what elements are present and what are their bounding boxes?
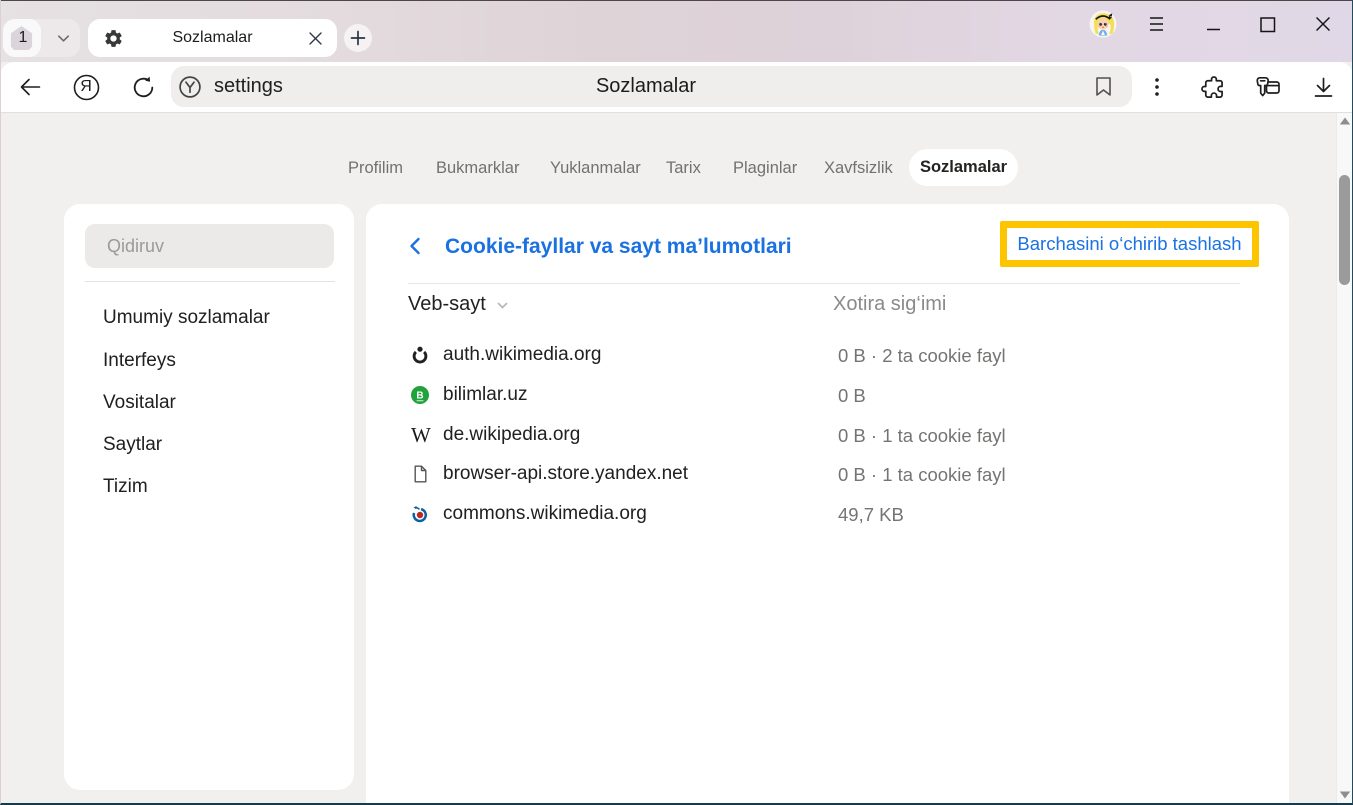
svg-text:B: B [416,391,423,402]
